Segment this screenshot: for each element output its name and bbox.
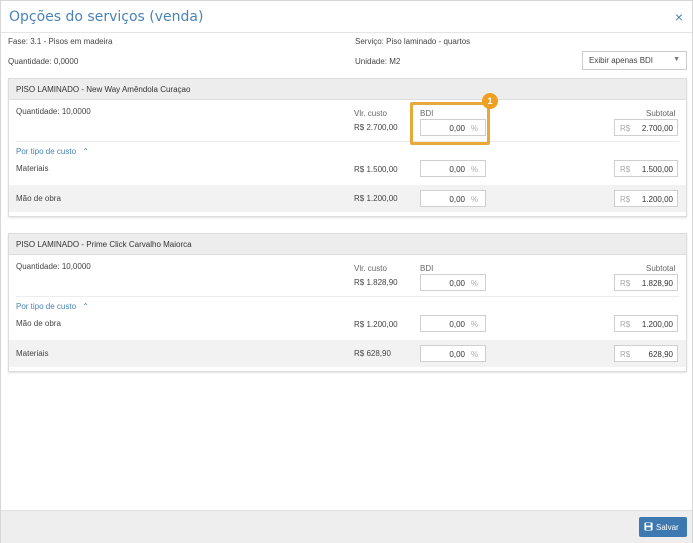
subtotal-value: 1.500,00 [641,165,673,174]
cost-type-custo: R$ 628,90 [354,349,391,358]
dialog-footer [1,510,692,543]
bdi-input[interactable]: 0,00 % [420,345,486,362]
percent-unit: % [470,350,478,359]
percent-unit: % [470,279,478,288]
subtotal-field: R$ 1.828,90 [614,274,678,291]
divider [16,296,679,297]
service-card: PISO LAMINADO - Prime Click Carvalho Mai… [8,233,687,372]
bdi-value: 0,00 [449,320,465,329]
subtotal-label: Subtotal [646,109,676,118]
subtotal-value: 1.200,00 [641,320,673,329]
select-value: Exibir apenas BDI [589,56,654,65]
card-title: PISO LAMINADO - New Way Amêndola Curaçao [9,79,686,100]
subtotal-value: 628,90 [648,350,673,359]
currency-prefix: R$ [620,124,631,133]
chevron-down-icon: ▼ [673,56,680,63]
service-options-dialog: Opções do serviços (venda) × Fase: 3.1 -… [0,0,693,543]
save-label: Salvar [656,523,679,532]
subtotal-value: 1.828,90 [641,279,673,288]
save-button[interactable]: Salvar [639,517,687,537]
title-divider [1,32,692,33]
bdi-filter-select[interactable]: Exibir apenas BDI ▼ [582,51,687,70]
por-tipo-link[interactable]: Por tipo de custo [16,302,76,311]
bdi-value: 0,00 [449,350,465,359]
unidade-info: Unidade: M2 [355,57,401,66]
divider [16,141,679,142]
subtotal-value: 2.700,00 [641,124,673,133]
currency-prefix: R$ [620,279,631,288]
cost-type-name: Materiais [16,349,49,358]
currency-prefix: R$ [620,195,631,204]
currency-prefix: R$ [620,320,631,329]
card-title: PISO LAMINADO - Prime Click Carvalho Mai… [9,234,686,255]
subtotal-field: R$ 1.200,00 [614,190,678,207]
cost-type-custo: R$ 1.200,00 [354,194,398,203]
bdi-value: 0,00 [449,165,465,174]
subtotal-label: Subtotal [646,264,676,273]
vlr-custo-label: Vlr. custo [354,109,387,118]
cost-type-custo: R$ 1.200,00 [354,320,398,329]
cost-type-name: Mão de obra [16,194,61,203]
fase-info: Fase: 3.1 - Pisos em madeira [8,37,113,46]
vlr-custo-label: Vlr. custo [354,264,387,273]
vlr-custo-value: R$ 1.828,90 [354,278,398,287]
dialog-title: Opções do serviços (venda) [9,9,204,25]
chevron-up-icon[interactable]: ⌃ [82,147,89,156]
subtotal-value: 1.200,00 [641,195,673,204]
bdi-input[interactable]: 0,00 % [420,274,486,291]
percent-unit: % [470,165,478,174]
subtotal-field: R$ 1.200,00 [614,315,678,332]
subtotal-field: R$ 2.700,00 [614,119,678,136]
card-quantidade: Quantidade: 10,0000 [16,107,91,116]
subtotal-field: R$ 1.500,00 [614,160,678,177]
bdi-value: 0,00 [449,279,465,288]
bdi-input[interactable]: 0,00 % [420,160,486,177]
table-row [9,185,686,212]
chevron-up-icon[interactable]: ⌃ [82,302,89,311]
table-row [9,340,686,367]
vlr-custo-value: R$ 2.700,00 [354,123,398,132]
servico-info: Serviço: Piso laminado - quartos [355,37,471,46]
subtotal-field: R$ 628,90 [614,345,678,362]
currency-prefix: R$ [620,165,631,174]
percent-unit: % [470,195,478,204]
cost-type-name: Mão de obra [16,319,61,328]
quantidade-info: Quantidade: 0,0000 [8,57,79,66]
close-icon[interactable]: × [672,9,686,25]
bdi-label: BDI [420,264,434,273]
bdi-input[interactable]: 0,00 % [420,190,486,207]
por-tipo-toggle[interactable]: Por tipo de custo ⌃ [16,302,89,311]
floppy-disk-icon [644,522,653,531]
step-badge: 1 [482,93,498,109]
percent-unit: % [470,320,478,329]
por-tipo-toggle[interactable]: Por tipo de custo ⌃ [16,147,89,156]
cost-type-custo: R$ 1.500,00 [354,165,398,174]
bdi-input[interactable]: 0,00 % [420,315,486,332]
service-card: PISO LAMINADO - New Way Amêndola Curaçao… [8,78,687,217]
currency-prefix: R$ [620,350,631,359]
cost-type-name: Materiais [16,164,49,173]
por-tipo-link[interactable]: Por tipo de custo [16,147,76,156]
bdi-value: 0,00 [449,195,465,204]
card-quantidade: Quantidade: 10,0000 [16,262,91,271]
bdi-highlight-box [410,102,490,145]
